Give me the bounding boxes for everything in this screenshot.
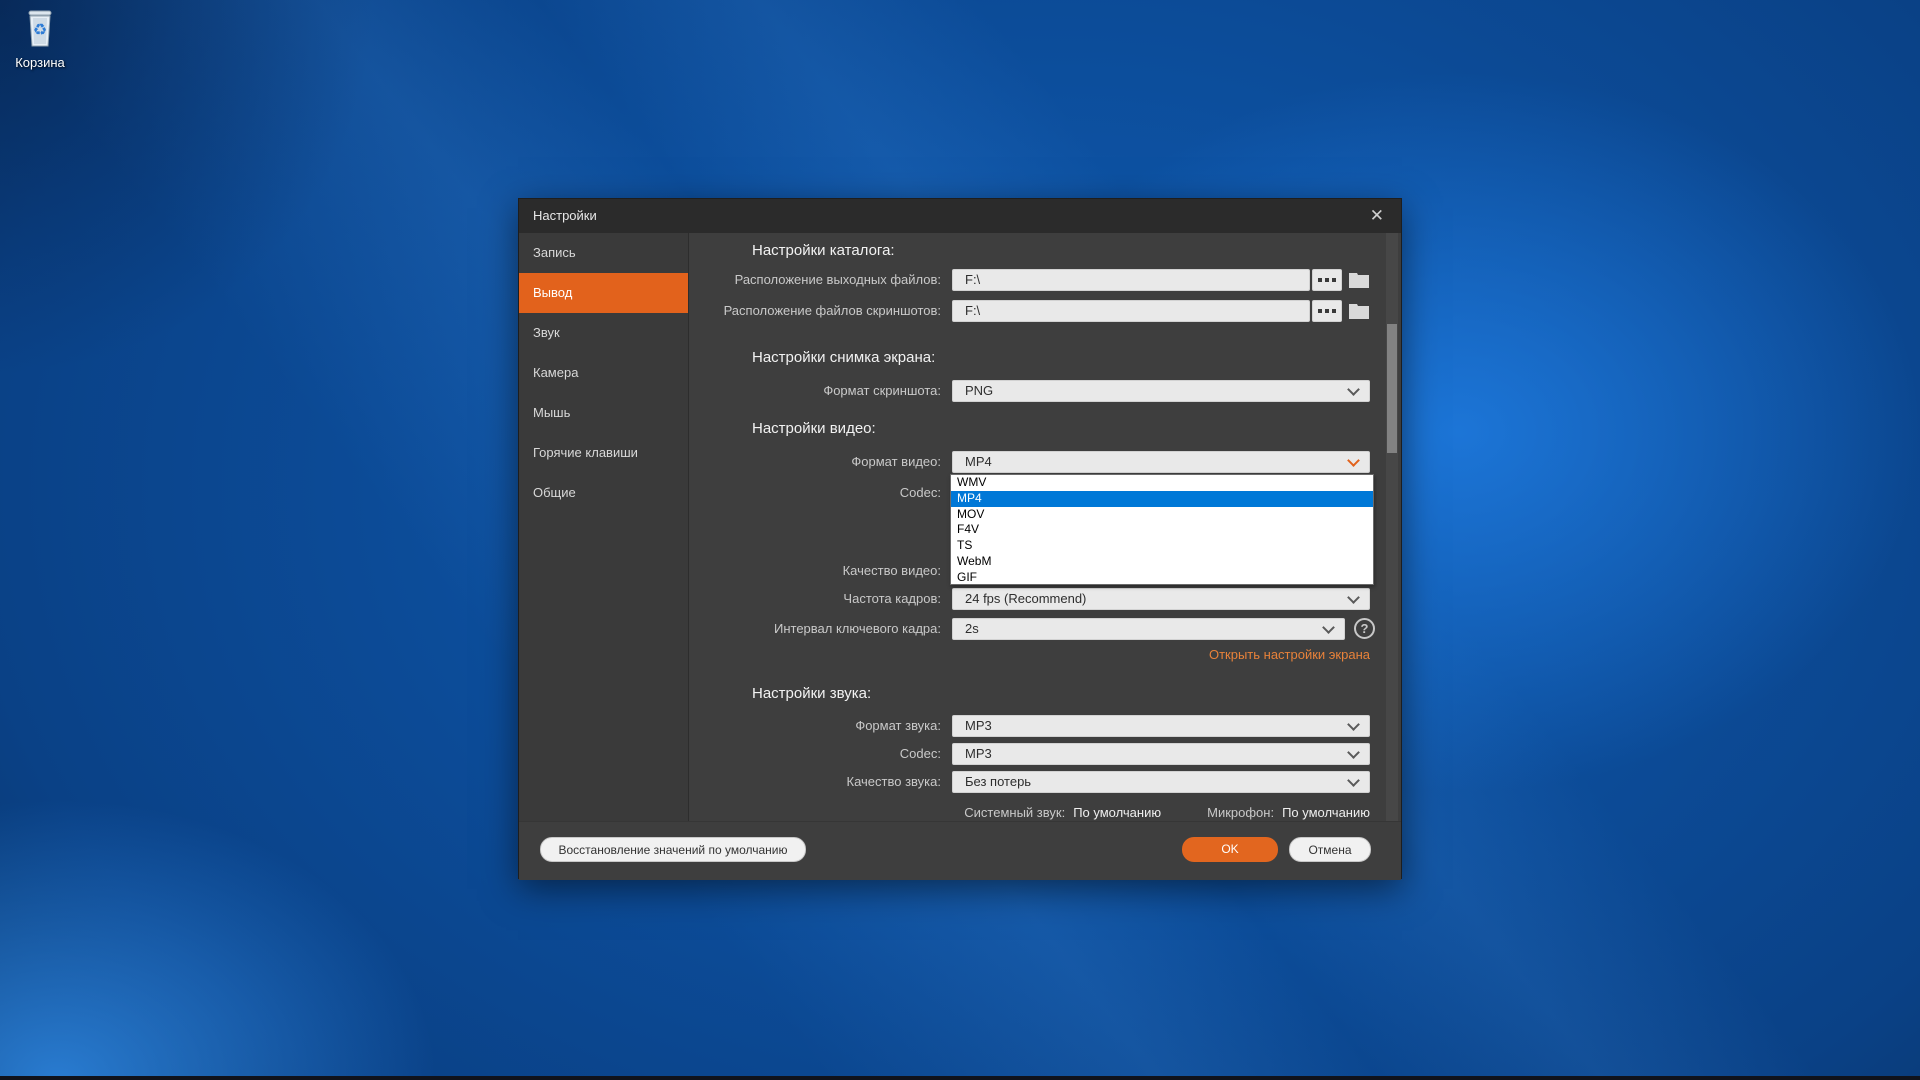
screenshot-format-select[interactable]: PNG	[952, 380, 1370, 402]
section-heading-screenshot: Настройки снимка экрана:	[752, 347, 935, 369]
video-format-label: Формат видео:	[851, 451, 941, 473]
video-quality-label: Качество видео:	[843, 560, 941, 582]
chevron-down-icon	[1347, 591, 1360, 604]
scrollbar[interactable]	[1386, 233, 1398, 821]
sidebar-item-camera[interactable]: Камера	[519, 353, 688, 393]
chevron-down-icon	[1347, 454, 1360, 467]
chevron-down-icon	[1322, 621, 1335, 634]
dropdown-option-gif[interactable]: GIF	[951, 570, 1373, 586]
fps-label: Частота кадров:	[843, 588, 941, 610]
dropdown-option-wmv[interactable]: WMV	[951, 475, 1373, 491]
dropdown-option-mp4[interactable]: MP4	[951, 491, 1373, 507]
ok-button[interactable]: OK	[1182, 837, 1278, 862]
output-browse-button[interactable]	[1312, 269, 1342, 291]
sidebar-item-mouse[interactable]: Мышь	[519, 393, 688, 433]
fps-value: 24 fps (Recommend)	[965, 589, 1086, 609]
sidebar-item-sound[interactable]: Звук	[519, 313, 688, 353]
desktop-wallpaper: ♻ Корзина Настройки ✕ Запись Вывод Звук …	[0, 0, 1920, 1080]
audio-devices-line: Системный звук: По умолчанию Микрофон: П…	[964, 802, 1370, 822]
microphone-value: По умолчанию	[1282, 805, 1370, 820]
sidebar-item-record[interactable]: Запись	[519, 233, 688, 273]
output-location-label: Расположение выходных файлов:	[735, 269, 941, 291]
dialog-title: Настройки	[533, 199, 597, 233]
microphone-label: Микрофон:	[1207, 805, 1274, 820]
dropdown-option-ts[interactable]: TS	[951, 538, 1373, 554]
system-sound-value: По умолчанию	[1073, 805, 1161, 820]
keyframe-value: 2s	[965, 619, 979, 639]
dropdown-option-f4v[interactable]: F4V	[951, 522, 1373, 538]
open-screen-settings-link[interactable]: Открыть настройки экрана	[1209, 647, 1370, 662]
folder-open-icon[interactable]	[1348, 302, 1370, 320]
audio-format-select[interactable]: MP3	[952, 715, 1370, 737]
audio-codec-label: Codec:	[900, 743, 941, 765]
screenshot-location-value: F:\	[965, 301, 980, 321]
dropdown-option-mov[interactable]: MOV	[951, 507, 1373, 523]
dropdown-option-webm[interactable]: WebM	[951, 554, 1373, 570]
scrollbar-thumb[interactable]	[1387, 324, 1397, 453]
audio-quality-row: Качество звука: Без потерь	[690, 771, 1403, 793]
screenshot-location-input[interactable]: F:\	[952, 300, 1310, 322]
screenshot-format-row: Формат скриншота: PNG	[690, 380, 1403, 402]
fps-row: Частота кадров: 24 fps (Recommend)	[690, 588, 1403, 610]
sidebar-item-general[interactable]: Общие	[519, 473, 688, 513]
audio-quality-value: Без потерь	[965, 772, 1031, 792]
sidebar-item-output[interactable]: Вывод	[519, 273, 688, 313]
audio-format-label: Формат звука:	[855, 715, 941, 737]
screenshot-format-label: Формат скриншота:	[823, 380, 941, 402]
audio-quality-select[interactable]: Без потерь	[952, 771, 1370, 793]
screen-settings-link-row: Открыть настройки экрана	[1209, 645, 1370, 665]
video-codec-label: Codec:	[900, 482, 941, 504]
keyframe-row: Интервал ключевого кадра: 2s ?	[690, 618, 1403, 640]
output-location-input[interactable]: F:\	[952, 269, 1310, 291]
help-icon[interactable]: ?	[1354, 618, 1375, 639]
output-location-value: F:\	[965, 270, 980, 290]
video-format-value: MP4	[965, 452, 992, 472]
chevron-down-icon	[1347, 774, 1360, 787]
settings-dialog: Настройки ✕ Запись Вывод Звук Камера Мыш…	[518, 198, 1402, 879]
recycle-symbol: ♻	[33, 22, 47, 39]
fps-select[interactable]: 24 fps (Recommend)	[952, 588, 1370, 610]
sidebar: Запись Вывод Звук Камера Мышь Горячие кл…	[519, 233, 689, 821]
video-format-select[interactable]: MP4	[952, 451, 1370, 473]
screenshot-format-value: PNG	[965, 381, 993, 401]
sidebar-item-hotkeys[interactable]: Горячие клавиши	[519, 433, 688, 473]
section-heading-video: Настройки видео:	[752, 418, 876, 440]
section-heading-audio: Настройки звука:	[752, 683, 871, 705]
recycle-bin-icon: ♻	[22, 8, 58, 48]
video-format-row: Формат видео: MP4	[690, 451, 1403, 473]
keyframe-label: Интервал ключевого кадра:	[774, 618, 941, 640]
ellipsis-icon	[1318, 309, 1322, 313]
chevron-down-icon	[1347, 718, 1360, 731]
restore-defaults-button[interactable]: Восстановление значений по умолчанию	[540, 837, 806, 862]
output-location-row: Расположение выходных файлов: F:\	[690, 269, 1403, 291]
video-format-dropdown: WMV MP4 MOV F4V TS WebM GIF	[950, 474, 1374, 585]
ellipsis-icon	[1318, 278, 1322, 282]
recycle-bin-label: Корзина	[12, 55, 68, 70]
system-sound-label: Системный звук:	[964, 805, 1065, 820]
audio-codec-select[interactable]: MP3	[952, 743, 1370, 765]
audio-format-value: MP3	[965, 716, 992, 736]
audio-codec-value: MP3	[965, 744, 992, 764]
audio-format-row: Формат звука: MP3	[690, 715, 1403, 737]
folder-open-icon[interactable]	[1348, 271, 1370, 289]
audio-quality-label: Качество звука:	[847, 771, 941, 793]
screenshot-location-label: Расположение файлов скриншотов:	[724, 300, 941, 322]
recycle-bin[interactable]: ♻ Корзина	[12, 8, 68, 70]
chevron-down-icon	[1347, 746, 1360, 759]
dialog-titlebar[interactable]: Настройки ✕	[519, 199, 1401, 233]
dialog-footer: Восстановление значений по умолчанию OK …	[519, 821, 1401, 880]
settings-content: Настройки каталога: Расположение выходны…	[690, 233, 1403, 821]
section-heading-directory: Настройки каталога:	[752, 240, 895, 262]
close-icon[interactable]: ✕	[1370, 199, 1384, 233]
taskbar-edge	[0, 1076, 1920, 1080]
keyframe-select[interactable]: 2s	[952, 618, 1345, 640]
screenshot-browse-button[interactable]	[1312, 300, 1342, 322]
chevron-down-icon	[1347, 383, 1360, 396]
screenshot-location-row: Расположение файлов скриншотов: F:\	[690, 300, 1403, 322]
audio-codec-row: Codec: MP3	[690, 743, 1403, 765]
cancel-button[interactable]: Отмена	[1289, 837, 1371, 862]
